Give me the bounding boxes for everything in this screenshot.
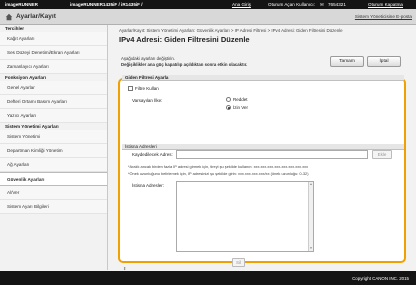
ok-button[interactable]: Tamam <box>330 56 364 67</box>
sidebar-item-general-settings[interactable]: Genel Ayarlar <box>0 81 107 95</box>
delete-button[interactable]: Sil <box>232 258 245 267</box>
scroll-down-icon[interactable]: ▼ <box>309 246 313 251</box>
exception-list-label: İstisna Adresler: <box>132 183 165 188</box>
highlighted-settings-area: Giden Filtresi Ayarla Filtre Kullan Vars… <box>118 75 406 271</box>
sidebar-item-import-export[interactable]: Al/Ver <box>0 186 107 200</box>
sidebar-item-media-print[interactable]: Defteri Ortamı Basım Ayarları <box>0 95 107 109</box>
intro-text: Aşağıdaki ayarları değiştirin. Değişikli… <box>121 56 247 67</box>
logged-in-user-label: Oturum Açan Kullanıcı: <box>268 2 315 7</box>
address-to-register-label: Kaydedilecek Adres: <box>132 152 173 157</box>
exception-address-list[interactable]: ▲ ▼ <box>176 181 314 252</box>
prefix-note: *Önek uzunluğunu belirlemek için, IP adr… <box>128 171 309 176</box>
range-note: *Aralık ancak birden fazla IP adresi gir… <box>128 164 309 169</box>
sidebar-item-volume-display[interactable]: Ses Düzeyi Denetimi/Ekran Ayarları <box>0 46 107 60</box>
mail-icon: ✉ <box>320 2 324 7</box>
intro-line-2: Değişiklikler ana güç kapatılıp açıldıkt… <box>121 61 248 67</box>
sidebar-item-paper-settings[interactable]: Kağıt Ayarları <box>0 32 107 46</box>
policy-reject-radio[interactable] <box>226 97 231 102</box>
user-number: 7654321 <box>328 2 346 7</box>
home-link[interactable]: Ana Giriş <box>232 2 251 7</box>
sidebar-item-system-management[interactable]: Sistem Yönetimi <box>0 130 107 144</box>
sidebar-item-system-info[interactable]: Sistem Ayarı Bilgileri <box>0 200 107 214</box>
scroll-up-icon[interactable]: ▲ <box>309 182 313 187</box>
sidebar-group-function: Fonksiyon Ayarları <box>5 75 47 80</box>
sidebar-item-department-id[interactable]: Departman Kimliği Yönetim <box>0 144 107 158</box>
page-header: Ayarlar/Kayıt Sistem Yöneticisine E-post… <box>0 9 416 25</box>
address-input[interactable] <box>176 150 368 159</box>
use-filter-label: Filtre Kullan <box>135 86 159 91</box>
sidebar-item-network-settings[interactable]: Ağ Ayarları <box>0 158 107 172</box>
footer: Copyright CANON INC. 2015 <box>0 271 416 285</box>
sidebar-item-printer-settings[interactable]: Yazıcı Ayarları <box>0 109 107 123</box>
sidebar-item-security-settings[interactable]: Güvenlik Ayarları <box>0 172 107 186</box>
policy-allow-radio[interactable] <box>226 105 231 110</box>
sysmgr-mail-link[interactable]: Sistem Yöneticisine E-posta <box>355 14 412 19</box>
sidebar-group-preferences: Tercihler <box>5 26 25 31</box>
use-filter-checkbox[interactable] <box>128 86 133 91</box>
add-button[interactable]: Ekle <box>372 150 392 159</box>
breadcrumb: Ayarlar/Kayıt: Sistem Yönetimi Ayarları:… <box>119 28 343 33</box>
model-name: imageRUNNER1435iF / iR1435iF / <box>70 2 143 7</box>
cancel-button[interactable]: İptal <box>367 56 401 67</box>
brand-name: imageRUNNER <box>5 2 38 7</box>
list-scrollbar[interactable]: ▲ ▼ <box>308 182 313 251</box>
settings-home-icon[interactable] <box>5 13 13 21</box>
page-title: IPv4 Adresi: Giden Filtresini Düzenle <box>119 35 250 44</box>
copyright: Copyright CANON INC. 2015 <box>352 276 409 281</box>
policy-reject-label: Reddet <box>233 97 248 102</box>
sidebar-item-timer-settings[interactable]: Zamanlayıcı Ayarları <box>0 60 107 74</box>
sidebar-group-system: Sistem Yönetimi Ayarları <box>5 124 59 129</box>
top-bar: imageRUNNER imageRUNNER1435iF / iR1435iF… <box>0 0 416 9</box>
header-title: Ayarlar/Kayıt <box>16 13 56 20</box>
sidebar: Tercihler Kağıt Ayarları Ses Düzeyi Dene… <box>0 25 108 270</box>
logout-link[interactable]: Oturum Kapatma <box>368 2 403 7</box>
default-policy-label: Varsayılan İlke: <box>132 98 163 103</box>
policy-allow-label: İzin Ver <box>233 105 249 110</box>
main-content: Ayarlar/Kayıt: Sistem Yönetimi Ayarları:… <box>112 25 412 271</box>
outgoing-filter-section-title: Giden Filtresi Ayarla <box>122 75 404 81</box>
